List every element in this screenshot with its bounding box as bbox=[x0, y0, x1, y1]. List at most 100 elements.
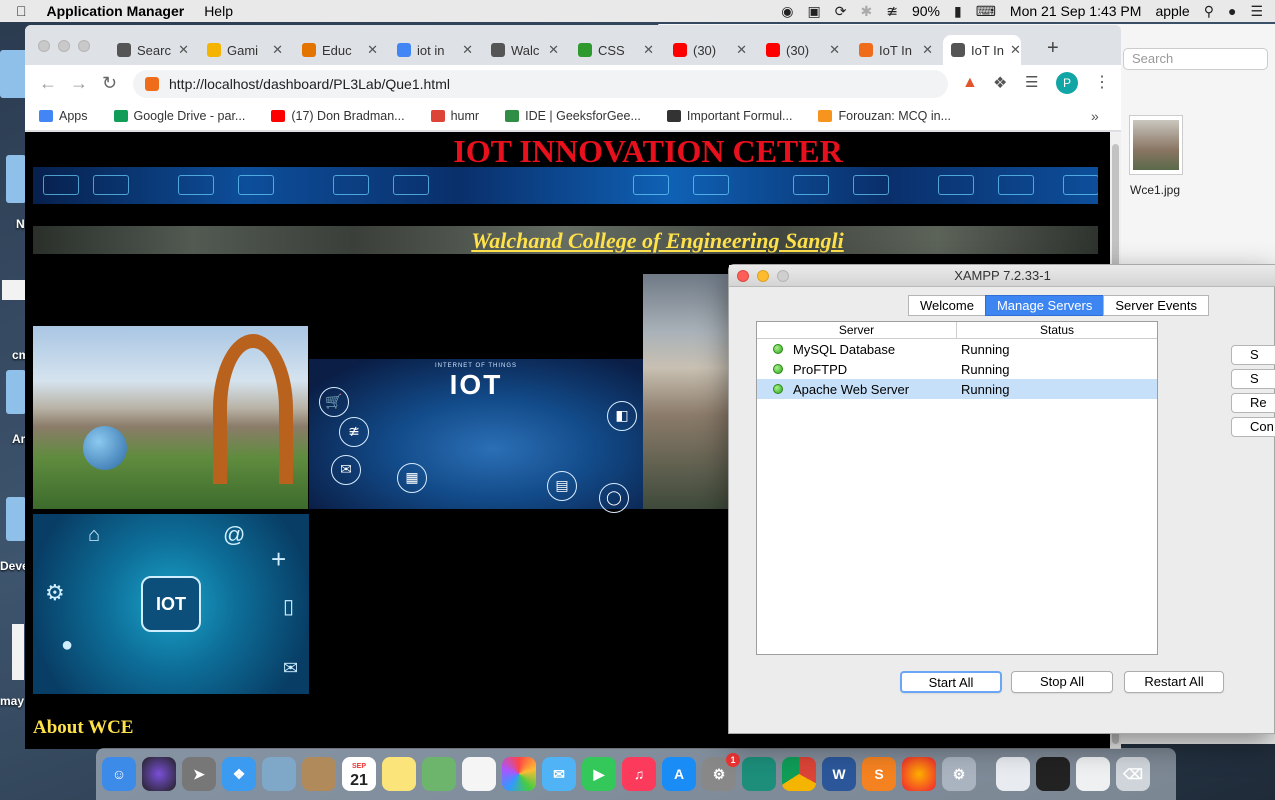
server-action-button[interactable]: S bbox=[1231, 369, 1275, 389]
reminders-icon[interactable] bbox=[462, 757, 496, 791]
url-text[interactable]: http://localhost/dashboard/PL3Lab/Que1.h… bbox=[169, 76, 450, 92]
server-row[interactable]: Apache Web Server Running bbox=[757, 379, 1157, 399]
new-tab-button[interactable]: + bbox=[1047, 37, 1059, 60]
xampp-dock-icon[interactable]: ⚙ bbox=[942, 757, 976, 791]
browser-tab[interactable]: Searc ✕ bbox=[109, 35, 197, 65]
bookmark-item[interactable]: humr bbox=[430, 109, 479, 123]
contacts-icon[interactable] bbox=[302, 757, 336, 791]
calendar-icon[interactable]: SEP 21 bbox=[342, 757, 376, 791]
launchpad-icon[interactable]: ➤ bbox=[182, 757, 216, 791]
desktop-folder-icon[interactable] bbox=[6, 370, 26, 414]
server-row[interactable]: MySQL Database Running bbox=[757, 339, 1157, 359]
back-arrow-icon[interactable]: ← bbox=[39, 73, 57, 94]
server-action-button[interactable]: Re bbox=[1231, 393, 1275, 413]
xampp-tab[interactable]: Manage Servers bbox=[984, 295, 1105, 316]
control-center-icon[interactable]: ☰ bbox=[1250, 3, 1263, 20]
server-row[interactable]: ProFTPD Running bbox=[757, 359, 1157, 379]
creative-cloud-icon[interactable]: ◉ bbox=[781, 3, 793, 20]
server-action-button[interactable]: Con bbox=[1231, 417, 1275, 437]
xampp-zoom-button[interactable] bbox=[777, 270, 789, 282]
notes-icon[interactable] bbox=[382, 757, 416, 791]
reload-icon[interactable]: ↻ bbox=[102, 73, 117, 94]
docker-icon[interactable]: ▣ bbox=[808, 3, 821, 20]
media-queue-icon[interactable]: ☰ bbox=[1025, 73, 1038, 91]
messenger-icon[interactable] bbox=[742, 757, 776, 791]
extension-fire-icon[interactable]: ▲ bbox=[962, 74, 978, 92]
trash-icon[interactable]: ⌫ bbox=[1116, 757, 1150, 791]
app-store-icon[interactable]: A bbox=[662, 757, 696, 791]
browser-tab[interactable]: Gami ✕ bbox=[199, 35, 291, 65]
spotlight-search-icon[interactable]: ⚲ bbox=[1204, 3, 1214, 20]
browser-tab[interactable]: Educ ✕ bbox=[294, 35, 386, 65]
finder-search-input[interactable]: Search bbox=[1123, 48, 1268, 70]
menu-clock[interactable]: Mon 21 Sep 1:43 PM bbox=[1010, 3, 1142, 19]
tab-close-icon[interactable]: ✕ bbox=[462, 42, 473, 58]
battery-percent[interactable]: 90% bbox=[912, 3, 940, 19]
bluetooth-icon[interactable]: ✱ bbox=[860, 3, 872, 20]
browser-tab[interactable]: CSS ✕ bbox=[570, 35, 662, 65]
browser-tab[interactable]: IoT In ✕ bbox=[943, 35, 1021, 65]
desktop-file-icon[interactable] bbox=[12, 624, 24, 680]
chrome-menu-icon[interactable]: ⋮ bbox=[1094, 72, 1110, 92]
firefox-icon[interactable] bbox=[902, 757, 936, 791]
close-window-button[interactable] bbox=[38, 40, 50, 52]
input-menu-icon[interactable]: ⌨ bbox=[976, 3, 996, 20]
zoom-window-button[interactable] bbox=[78, 40, 90, 52]
desktop-mail-icon[interactable] bbox=[2, 280, 26, 300]
desktop-folder-icon[interactable] bbox=[6, 497, 26, 541]
xampp-close-button[interactable] bbox=[737, 270, 749, 282]
profile-avatar[interactable]: P bbox=[1056, 72, 1078, 94]
browser-tab[interactable]: iot in ✕ bbox=[389, 35, 481, 65]
preview-icon[interactable] bbox=[262, 757, 296, 791]
browser-tab[interactable]: (30) ✕ bbox=[758, 35, 848, 65]
messages-icon[interactable]: ✉ bbox=[542, 757, 576, 791]
bookmark-item[interactable]: Google Drive - par... bbox=[113, 109, 245, 123]
desktop-folder-icon[interactable] bbox=[0, 50, 28, 98]
terminal-icon[interactable] bbox=[1036, 757, 1070, 791]
minimize-window-button[interactable] bbox=[58, 40, 70, 52]
chrome-dock-icon[interactable] bbox=[782, 757, 816, 791]
menu-help[interactable]: Help bbox=[204, 3, 233, 19]
document-thumbnail-icon[interactable] bbox=[996, 757, 1030, 791]
bookmark-item[interactable]: Apps bbox=[39, 109, 88, 123]
word-icon[interactable]: W bbox=[822, 757, 856, 791]
tab-close-icon[interactable]: ✕ bbox=[367, 42, 378, 58]
safari-icon[interactable]: ❖ bbox=[222, 757, 256, 791]
browser-tab[interactable]: (30) ✕ bbox=[665, 35, 755, 65]
siri-icon[interactable]: ● bbox=[1228, 3, 1236, 19]
server-action-button[interactable]: S bbox=[1231, 345, 1275, 365]
battery-icon[interactable]: ▮ bbox=[954, 3, 962, 20]
tab-close-icon[interactable]: ✕ bbox=[548, 42, 559, 58]
tab-close-icon[interactable]: ✕ bbox=[272, 42, 283, 58]
menu-user[interactable]: apple bbox=[1155, 3, 1189, 19]
browser-tab[interactable]: IoT In ✕ bbox=[851, 35, 941, 65]
desktop-folder-icon[interactable] bbox=[6, 155, 26, 203]
bookmark-item[interactable]: Forouzan: MCQ in... bbox=[818, 109, 951, 123]
facetime-icon[interactable]: ▶ bbox=[582, 757, 616, 791]
finder-icon[interactable]: ☺ bbox=[102, 757, 136, 791]
xampp-tab[interactable]: Welcome bbox=[908, 295, 986, 316]
wifi-icon[interactable]: ≇ bbox=[886, 3, 898, 20]
tab-close-icon[interactable]: ✕ bbox=[922, 42, 933, 58]
browser-tab[interactable]: Walc ✕ bbox=[483, 35, 567, 65]
start-all-button[interactable]: Start All bbox=[900, 671, 1002, 693]
bookmark-item[interactable]: (17) Don Bradman... bbox=[271, 109, 405, 123]
stop-all-button[interactable]: Stop All bbox=[1011, 671, 1113, 693]
column-server[interactable]: Server bbox=[757, 322, 957, 338]
forward-arrow-icon[interactable]: → bbox=[70, 73, 88, 94]
apple-menu-icon[interactable]:  bbox=[16, 3, 27, 19]
menu-app-name[interactable]: Application Manager bbox=[47, 3, 185, 19]
file-name-label[interactable]: Wce1.jpg bbox=[1130, 183, 1180, 197]
bookmark-item[interactable]: Important Formul... bbox=[666, 109, 792, 123]
downloads-icon[interactable] bbox=[1076, 757, 1110, 791]
photos-icon[interactable] bbox=[502, 757, 536, 791]
tab-close-icon[interactable]: ✕ bbox=[643, 42, 654, 58]
sync-icon[interactable]: ⟳ bbox=[835, 3, 847, 20]
tab-close-icon[interactable]: ✕ bbox=[736, 42, 747, 58]
xampp-minimize-button[interactable] bbox=[757, 270, 769, 282]
sublime-icon[interactable]: S bbox=[862, 757, 896, 791]
tab-close-icon[interactable]: ✕ bbox=[1010, 42, 1021, 58]
siri-dock-icon[interactable] bbox=[142, 757, 176, 791]
restart-all-button[interactable]: Restart All bbox=[1124, 671, 1224, 693]
bookmarks-overflow-icon[interactable]: » bbox=[1091, 108, 1099, 124]
